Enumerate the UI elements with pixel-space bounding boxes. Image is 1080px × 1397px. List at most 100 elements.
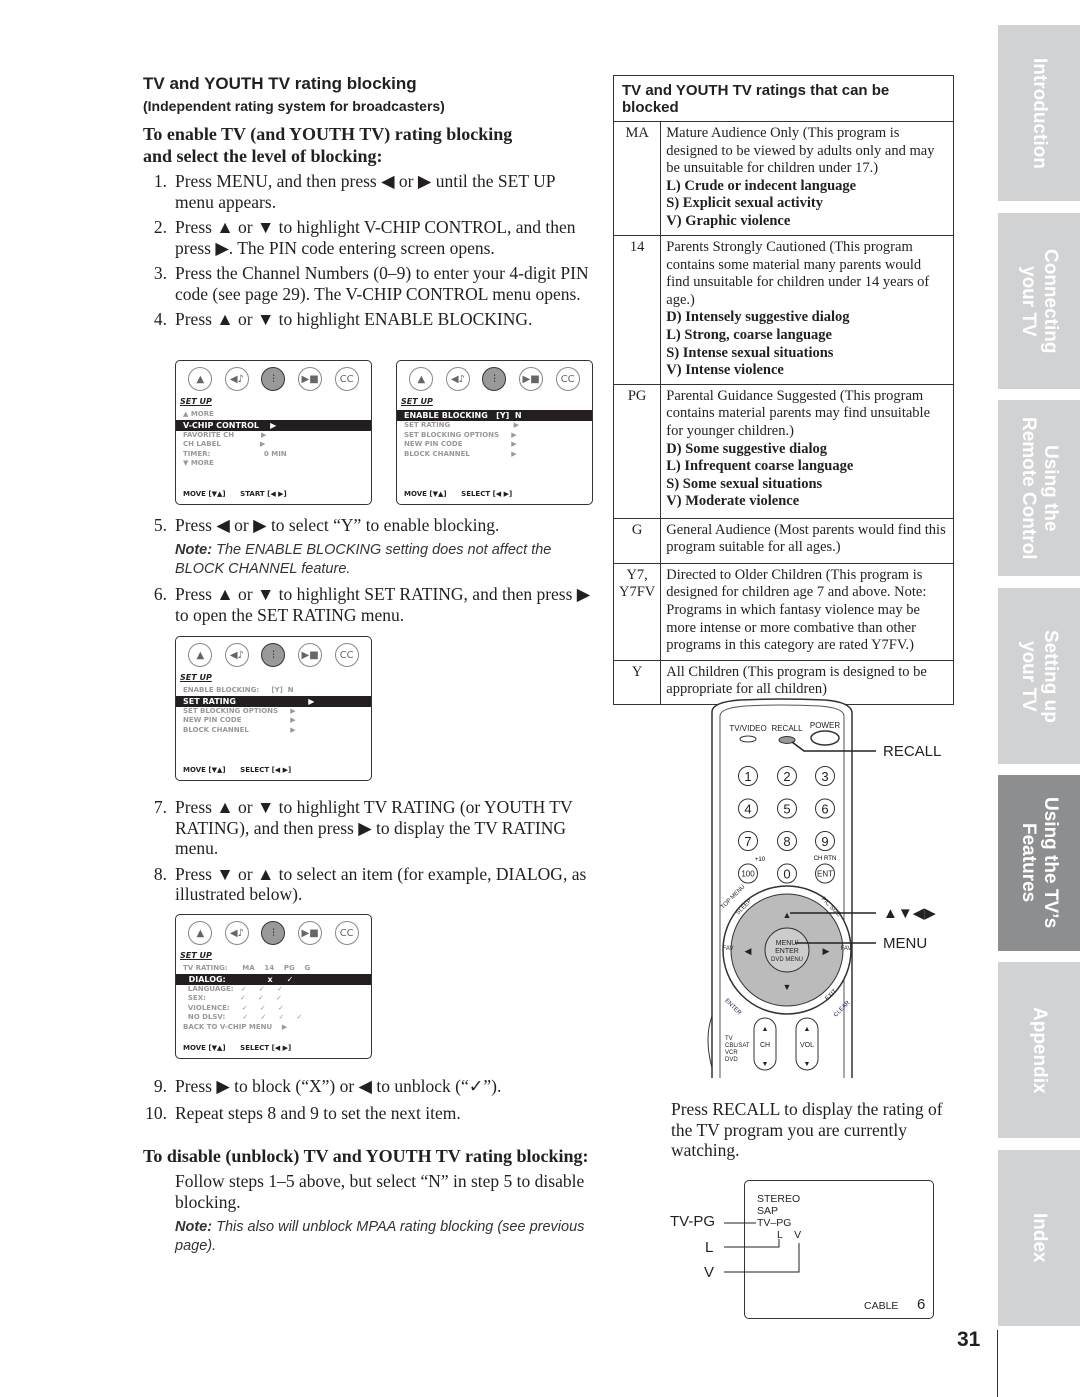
step-item: 6. Press ▲ or ▼ to highlight SET RATING, … xyxy=(143,584,598,625)
up-arrow-icon[interactable]: ▲ xyxy=(783,910,792,920)
digit-label: 4 xyxy=(744,802,751,817)
side-tab-5[interactable]: Appendix xyxy=(998,962,1080,1138)
menu-screen-enable-blocking: ▲ ◀♪ ⫶ ▶■ CC SET UP ENABLE BLOCKING [Y] N SET R… xyxy=(396,360,593,505)
menu-icon-bar: ▲ ◀♪ ⫶ ▶■ CC xyxy=(397,361,592,391)
page-number: 31 xyxy=(957,1328,981,1351)
setup-icon: ⫶ xyxy=(261,643,286,667)
steps-7-8: 7. Press ▲ or ▼ to highlight TV RATING (o… xyxy=(143,797,598,910)
step-item: 2. Press ▲ or ▼ to highlight V-CHIP CONTR… xyxy=(143,217,598,258)
note-text: The ENABLE BLOCKING setting does not aff… xyxy=(175,542,552,577)
step-text: Repeat steps 8 and 9 to set the next ite… xyxy=(175,1102,461,1123)
menu-item: BLOCK CHANNEL ▶ xyxy=(183,725,296,734)
menu-item: NO DLSV: ✓ ✓ ✓ ✓ xyxy=(183,1013,303,1021)
menu-item: ENABLE BLOCKING [Y] N xyxy=(397,410,592,421)
side-tab-1[interactable]: Connecting your TV xyxy=(998,213,1080,389)
menu-icon-bar: ▲ ◀♪ ⫶ ▶■ CC xyxy=(176,915,371,945)
callout-l: L xyxy=(705,1239,714,1256)
power-button[interactable] xyxy=(810,730,840,746)
enter-label: ENTER xyxy=(775,948,799,955)
plus10-label: +10 xyxy=(755,857,766,863)
mode-tv: TV xyxy=(725,1036,733,1042)
menu-title: SET UP xyxy=(180,951,212,960)
rating-desc-text: Mature Audience Only (This program is de… xyxy=(666,125,935,177)
menu-item: FAVORITE CH ▶ xyxy=(183,430,267,439)
rating-code: 14 xyxy=(612,235,662,385)
side-tab-3[interactable]: Setting up your TV xyxy=(998,588,1080,764)
digit-label: 100 xyxy=(741,870,755,879)
picture-icon: ▲ xyxy=(188,367,213,391)
step-number: 3. xyxy=(153,263,167,283)
step-text: Press ▲ or ▼ to highlight V-CHIP CONTROL… xyxy=(175,217,576,258)
menu-title: SET UP xyxy=(401,397,433,406)
callout-tv-pg: TV-PG xyxy=(670,1213,716,1230)
step-number: 10. xyxy=(145,1102,167,1123)
svg-text:▼: ▼ xyxy=(762,1061,769,1068)
section-title: TV and YOUTH TV rating blocking xyxy=(143,74,417,93)
audio-icon: ◀♪ xyxy=(224,921,249,945)
menu-screen-set-rating: ▲ ◀♪ ⫶ ▶■ CC SET UP ENABLE BLOCKING: [Y] N SET … xyxy=(175,636,372,781)
menu-screen-tv-rating: ▲ ◀♪ ⫶ ▶■ CC SET UP TV RATING: MA 14 PG G DIAL… xyxy=(175,914,372,1059)
rating-content-item: D) Some suggestive dialog xyxy=(666,440,827,457)
rating-description: General Audience (Most parents would fin… xyxy=(660,517,954,564)
remote-control-illustration: TV/VIDEO RECALL POWER RECALL 1 2 3 4 5 6 7 8 9 10… xyxy=(707,698,941,1078)
rating-code: MA xyxy=(612,121,662,236)
menu-callout: MENU xyxy=(883,935,927,952)
audio-icon: ◀♪ xyxy=(224,367,249,391)
right-arrow-icon[interactable]: ▶ xyxy=(823,946,830,956)
rating-code: Y xyxy=(612,659,662,705)
rating-content-item: D) Intensely suggestive dialog xyxy=(666,309,850,326)
rating-row: 14 Parents Strongly Cautioned (This progr… xyxy=(612,235,954,385)
menu-item: CH LABEL ▶ xyxy=(183,440,266,448)
left-arrow-icon[interactable]: ◀ xyxy=(745,946,752,956)
rating-content-item: V) Intense violence xyxy=(666,362,784,379)
step-number: 5. xyxy=(153,515,167,535)
side-tab-label: Index xyxy=(1029,1213,1050,1263)
rating-description: Mature Audience Only (This program is de… xyxy=(660,121,954,236)
rating-content-item: S) Some sexual situations xyxy=(666,475,823,492)
side-tab-0[interactable]: Introduction xyxy=(998,25,1080,201)
menu-footer: MOVE [▼▲] START [◀ ▶] xyxy=(183,490,287,498)
step-number: 7. xyxy=(153,797,167,817)
digit-label: 5 xyxy=(783,802,790,817)
theater-icon: ▶■ xyxy=(298,921,323,945)
fav-up-label: FAV xyxy=(841,946,852,952)
down-arrow-icon[interactable]: ▼ xyxy=(783,982,792,992)
menu-icon-bar: ▲ ◀♪ ⫶ ▶■ CC xyxy=(176,637,371,667)
rating-desc-text: All Children (This program is designed t… xyxy=(666,663,927,698)
callout-v: V xyxy=(704,1264,715,1281)
step-number: 4. xyxy=(153,309,167,329)
rating-content-item: L) Crude or indecent language xyxy=(666,177,857,194)
step-item: 1. Press MENU, and then press ◀ or ▶ unti… xyxy=(143,171,598,212)
digit-label: 3 xyxy=(821,769,828,784)
menu-title: SET UP xyxy=(180,397,212,406)
power-label: POWER xyxy=(810,721,840,730)
menu-item: BACK TO V-CHIP MENU ▶ xyxy=(183,1022,288,1031)
side-tab-2[interactable]: Using the Remote Control xyxy=(998,400,1080,576)
steps-1-4: 1. Press MENU, and then press ◀ or ▶ unti… xyxy=(143,171,598,335)
cc-icon: CC xyxy=(334,643,359,667)
tv-video-label: TV/VIDEO xyxy=(729,724,766,733)
step-number: 1. xyxy=(153,171,167,191)
setup-icon: ⫶ xyxy=(261,921,286,945)
side-tab-label: Setting up your TV xyxy=(1018,629,1061,723)
tv-video-button[interactable] xyxy=(739,735,757,743)
menu-item: ENABLE BLOCKING: [Y] N xyxy=(183,686,294,694)
step-item: 7. Press ▲ or ▼ to highlight TV RATING (o… xyxy=(143,797,598,859)
rating-content-item: S) Explicit sexual activity xyxy=(666,195,823,212)
rating-description: Parental Guidance Suggested (This progra… xyxy=(660,383,954,519)
rating-desc-text: Directed to Older Children (This program… xyxy=(666,566,927,654)
menu-item: BLOCK CHANNEL ▶ xyxy=(404,449,517,458)
svg-text:▼: ▼ xyxy=(804,1061,811,1068)
step-item: 9. Press ▶ to block (“X”) or ◀ to unblock… xyxy=(143,1076,598,1097)
mode-dvd: DVD xyxy=(725,1057,738,1063)
step-number: 8. xyxy=(153,863,167,884)
rating-content-item: V) Graphic violence xyxy=(666,212,791,229)
side-tab-6[interactable]: Index xyxy=(998,1150,1080,1326)
rating-content-item: S) Intense sexual situations xyxy=(666,344,834,361)
digit-label: 1 xyxy=(744,769,751,784)
dvd-menu-label: DVD MENU xyxy=(771,957,803,963)
step-5: 5. Press ◀ or ▶ to select “Y” to enable b… xyxy=(143,515,598,541)
side-tab-4[interactable]: Using the TV’s Features xyxy=(998,775,1080,951)
side-tab-label: Connecting your TV xyxy=(1018,248,1061,354)
svg-text:▲: ▲ xyxy=(762,1026,769,1033)
